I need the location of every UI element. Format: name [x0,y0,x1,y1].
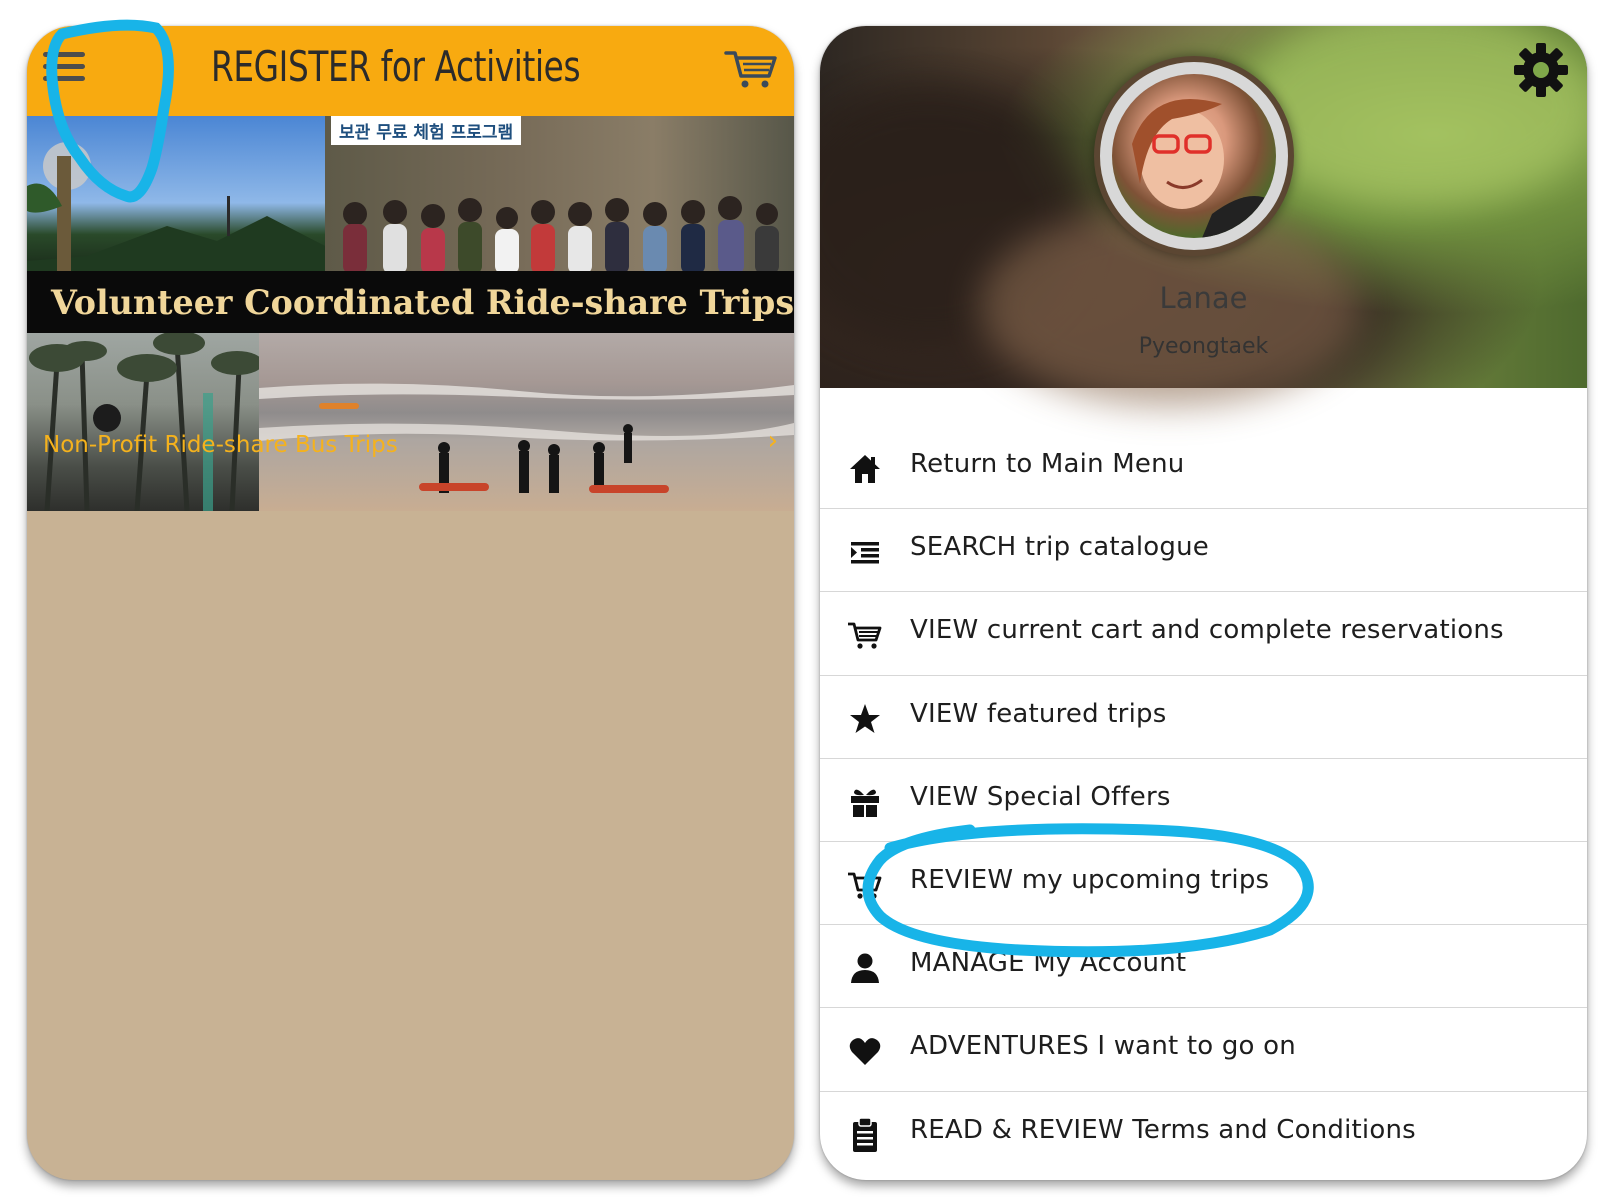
side-menu-screen: Lanae Pyeongtaek Return to Main Menu SEA… [820,26,1587,1180]
mountain-photo [27,116,325,274]
menu-item-adventures[interactable]: ADVENTURES I want to go on [820,1008,1587,1092]
menu-label: READ & REVIEW Terms and Conditions [910,1114,1416,1145]
menu-item-account[interactable]: MANAGE My Account [820,925,1587,1009]
trees-photo [27,331,263,512]
group-photo: 보관 무료 체험 프로그램 [325,116,794,274]
menu-label: Return to Main Menu [910,449,1185,479]
list-indent-icon [846,533,884,571]
side-menu: Return to Main Menu SEARCH trip catalogu… [820,426,1587,1175]
menu-item-featured[interactable]: VIEW featured trips [820,676,1587,759]
surf-photo [259,333,794,511]
menu-item-search[interactable]: SEARCH trip catalogue [820,509,1587,593]
menu-label: ADVENTURES I want to go on [910,1031,1296,1062]
hamburger-icon[interactable] [43,52,85,84]
star-icon [846,700,884,738]
profile-name: Lanae [1159,281,1248,315]
menu-item-terms[interactable]: READ & REVIEW Terms and Conditions [820,1092,1587,1175]
gear-icon[interactable] [1513,42,1569,98]
menu-label: VIEW featured trips [910,698,1167,729]
menu-label: REVIEW my upcoming trips [910,864,1270,895]
menu-label: VIEW current cart and complete reservati… [910,615,1504,646]
menu-item-upcoming-trips[interactable]: REVIEW my upcoming trips [820,842,1587,926]
banner-title: Volunteer Coordinated Ride-share Trips [51,283,794,323]
heart-icon [846,1032,884,1070]
top-app-bar: REGISTER for Activities [27,26,794,116]
menu-label: VIEW Special Offers [910,781,1171,812]
home-icon [846,450,884,488]
sign-text: 보관 무료 체험 프로그램 [331,116,522,145]
clipboard-icon [846,1116,884,1154]
avatar-frame[interactable] [1094,56,1294,256]
chevron-right-icon[interactable]: › [768,426,778,456]
menu-item-cart[interactable]: VIEW current cart and complete reservati… [820,592,1587,676]
menu-item-special-offers[interactable]: VIEW Special Offers [820,759,1587,842]
featured-banner[interactable]: 보관 무료 체험 프로그램 Volunteer Coordinated Ride… [27,116,794,512]
user-icon [846,949,884,987]
cart-icon [846,616,884,654]
profile-header: Lanae Pyeongtaek [820,26,1587,406]
menu-item-main-menu[interactable]: Return to Main Menu [820,426,1587,510]
cart-icon [846,866,884,904]
banner-title-bar: Volunteer Coordinated Ride-share Trips [27,271,794,333]
menu-label: MANAGE My Account [910,948,1187,979]
register-screen: REGISTER for Activities 보관 무료 체험 프로그램 Vo… [27,26,794,1180]
avatar [1112,74,1276,238]
page-title: REGISTER for Activities [211,42,581,91]
gift-icon [846,783,884,821]
profile-location: Pyeongtaek [1138,334,1269,359]
menu-label: SEARCH trip catalogue [910,532,1209,563]
tile-caption: Non-Profit Ride-share Bus Trips [43,432,398,458]
cart-icon[interactable] [724,48,778,90]
